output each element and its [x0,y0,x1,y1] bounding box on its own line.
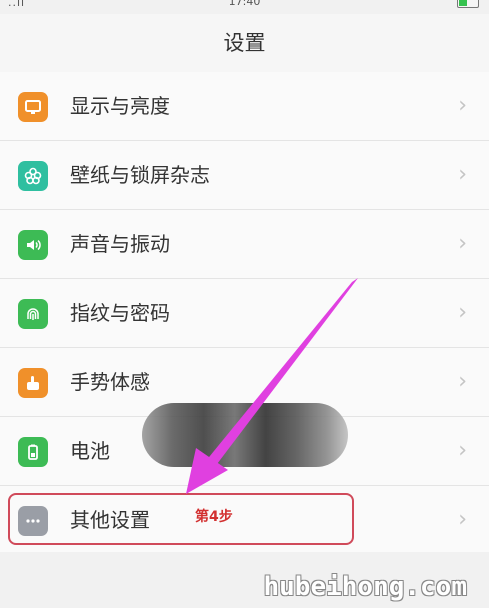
settings-item-label: 声音与振动 [70,232,170,256]
highlight-box [8,493,354,545]
blurred-region [142,403,348,467]
settings-item-label: 显示与亮度 [70,94,170,118]
chevron-right-icon: › [458,507,467,532]
battery-status-icon [457,0,479,8]
chevron-right-icon: › [458,162,467,187]
chevron-right-icon: › [458,300,467,325]
flower-icon [18,161,48,191]
battery-icon [18,437,48,467]
settings-item-sound-vibration[interactable]: 声音与振动 › [0,210,489,279]
settings-item-label: 电池 [70,439,110,463]
settings-list: 显示与亮度 › 壁纸与锁屏杂志 › 声音与振动 › 指纹与密码 › 手势体感 › [0,72,489,555]
status-time: 17:40 [228,0,261,8]
fingerprint-icon [18,299,48,329]
more-icon [18,506,48,536]
display-icon [18,92,48,122]
hand-icon [18,368,48,398]
settings-item-label: 其他设置 [70,508,150,532]
step-label: 第4步 [195,509,233,525]
settings-item-label: 壁纸与锁屏杂志 [70,163,210,187]
chevron-right-icon: › [458,231,467,256]
speaker-icon [18,230,48,260]
page-title: 设置 [223,31,266,55]
settings-item-other-settings[interactable]: 其他设置 第4步 › [0,486,489,555]
chevron-right-icon: › [458,369,467,394]
chevron-right-icon: › [458,93,467,118]
settings-item-display-brightness[interactable]: 显示与亮度 › [0,72,489,141]
settings-item-fingerprint-password[interactable]: 指纹与密码 › [0,279,489,348]
chevron-right-icon: › [458,438,467,463]
settings-item-label: 手势体感 [70,370,150,394]
watermark: hubeihong.com [263,572,468,602]
settings-item-label: 指纹与密码 [70,301,170,325]
title-bar: 设置 [0,14,489,73]
settings-item-wallpaper[interactable]: 壁纸与锁屏杂志 › [0,141,489,210]
status-bar: ..ıl 17:40 [0,0,489,14]
